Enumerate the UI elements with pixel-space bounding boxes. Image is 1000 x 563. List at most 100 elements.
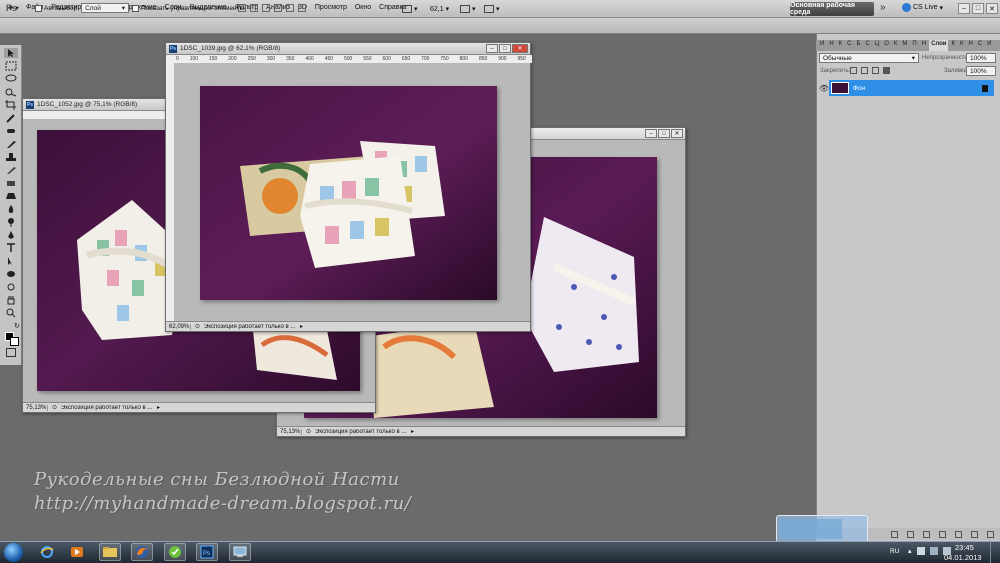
panel-tab[interactable]: С bbox=[976, 40, 984, 51]
clock-time[interactable]: 23:45 bbox=[955, 543, 974, 552]
doc1-zoom-level[interactable]: 75,13% bbox=[26, 404, 48, 411]
zoom-tool-icon[interactable] bbox=[4, 308, 18, 318]
doc3-zoom-level[interactable]: 75,13% bbox=[280, 428, 302, 435]
dodge-tool-icon[interactable] bbox=[4, 217, 18, 227]
doc1-status-text[interactable]: Экспозиция работает только в ... bbox=[61, 405, 153, 411]
panel-tab[interactable]: К bbox=[892, 40, 900, 51]
panel-tab[interactable]: С bbox=[845, 40, 853, 51]
fill-field[interactable]: 100% bbox=[966, 66, 996, 76]
delete-layer-icon[interactable] bbox=[987, 530, 994, 538]
tray-network-icon[interactable] bbox=[929, 547, 938, 555]
eraser-tool-icon[interactable] bbox=[4, 178, 18, 188]
internet-explorer-icon[interactable] bbox=[36, 543, 58, 561]
panel-tab[interactable]: И bbox=[985, 40, 993, 51]
layer-mask-icon[interactable] bbox=[923, 530, 930, 538]
media-player-icon[interactable] bbox=[66, 543, 88, 561]
align-middle-icon[interactable] bbox=[250, 4, 258, 12]
healing-brush-tool-icon[interactable] bbox=[4, 126, 18, 136]
lock-transparency-icon[interactable] bbox=[850, 67, 857, 74]
align-top-icon[interactable] bbox=[238, 4, 246, 12]
tray-flag-icon[interactable] bbox=[916, 547, 925, 555]
background-color-swatch[interactable] bbox=[10, 337, 19, 346]
lock-all-icon[interactable] bbox=[883, 67, 890, 74]
doc2-maximize-button[interactable]: □ bbox=[499, 44, 511, 53]
doc3-minimize-button[interactable]: – bbox=[645, 129, 657, 138]
align-bottom-icon[interactable] bbox=[262, 4, 270, 12]
panel-tab[interactable]: Н bbox=[827, 40, 835, 51]
clone-stamp-tool-icon[interactable] bbox=[4, 152, 18, 162]
doc3-status-text[interactable]: Экспозиция работает только в ... bbox=[315, 429, 407, 435]
eyedropper-tool-icon[interactable] bbox=[4, 113, 18, 123]
pen-tool-icon[interactable] bbox=[4, 230, 18, 240]
align-right-icon[interactable] bbox=[298, 4, 306, 12]
panel-tab[interactable]: И bbox=[818, 40, 826, 51]
doc3-status-arrow-icon[interactable]: ▸ bbox=[411, 428, 414, 435]
lock-position-icon[interactable] bbox=[872, 67, 879, 74]
align-center-icon[interactable] bbox=[286, 4, 294, 12]
brush-tool-icon[interactable] bbox=[4, 139, 18, 149]
panel-tab[interactable]: К bbox=[837, 40, 845, 51]
marquee-tool-icon[interactable] bbox=[4, 61, 18, 71]
opacity-field[interactable]: 100% bbox=[966, 53, 996, 63]
green-app-icon[interactable] bbox=[164, 543, 186, 561]
arrange-dropdown[interactable]: ▾ bbox=[460, 3, 476, 15]
panel-tab[interactable]: Б bbox=[855, 40, 863, 51]
menu-window[interactable]: Окно bbox=[355, 4, 371, 11]
panel-tab[interactable]: К bbox=[958, 40, 966, 51]
clock-date[interactable]: 04.01.2013 bbox=[944, 553, 982, 562]
auto-select-dropdown[interactable]: Слой ▾ bbox=[81, 3, 130, 13]
auto-select-checkbox[interactable] bbox=[35, 4, 42, 12]
lock-pixels-icon[interactable] bbox=[861, 67, 868, 74]
doc2-close-button[interactable]: ✕ bbox=[512, 44, 528, 53]
network-app-icon[interactable] bbox=[229, 543, 251, 561]
layer-row-background[interactable]: Фон bbox=[829, 80, 994, 96]
new-layer-icon[interactable] bbox=[971, 530, 978, 538]
panel-tab[interactable]: К bbox=[949, 40, 957, 51]
move-tool-preset[interactable]: ✥ ▾ bbox=[8, 3, 19, 13]
document-2-titlebar[interactable]: Ps 1DSC_1039.jpg @ 62,1% (RGB/8) – □ ✕ bbox=[166, 43, 530, 55]
panel-tab[interactable]: М bbox=[900, 40, 909, 51]
3d-rotate-tool-icon[interactable] bbox=[4, 282, 18, 292]
panel-tab[interactable]: Н bbox=[966, 40, 974, 51]
panel-tab[interactable]: О bbox=[882, 40, 891, 51]
blur-tool-icon[interactable] bbox=[4, 204, 18, 214]
maximize-button[interactable]: □ bbox=[972, 3, 984, 14]
start-button[interactable] bbox=[4, 543, 23, 562]
doc2-status-arrow-icon[interactable]: ▸ bbox=[300, 323, 303, 330]
hand-tool-icon[interactable] bbox=[4, 295, 18, 305]
extras-dropdown[interactable]: ▾ bbox=[484, 3, 500, 15]
new-group-icon[interactable] bbox=[955, 530, 962, 538]
history-brush-tool-icon[interactable] bbox=[4, 165, 18, 175]
move-tool-icon[interactable] bbox=[4, 48, 18, 58]
layer-style-icon[interactable] bbox=[907, 530, 914, 538]
workspace-button[interactable]: Основная рабочая среда bbox=[790, 2, 874, 16]
doc2-zoom-level[interactable]: 62,09% bbox=[169, 323, 191, 330]
firefox-icon[interactable] bbox=[131, 543, 153, 561]
shape-tool-icon[interactable] bbox=[4, 269, 18, 279]
type-tool-icon[interactable] bbox=[4, 243, 18, 253]
close-button[interactable]: ✕ bbox=[986, 3, 998, 14]
minimize-button[interactable]: – bbox=[958, 3, 970, 14]
doc2-status-text[interactable]: Экспозиция работает только в ... bbox=[204, 324, 296, 330]
more-workspaces-button[interactable]: » bbox=[880, 2, 886, 13]
quick-mask-icon[interactable] bbox=[6, 348, 16, 357]
panel-tab[interactable]: Ц bbox=[873, 40, 881, 51]
menu-view[interactable]: Просмотр bbox=[315, 4, 347, 11]
cs-live-button[interactable]: CS Live ▾ bbox=[902, 3, 943, 12]
crop-tool-icon[interactable] bbox=[4, 100, 18, 110]
screen-mode-dropdown[interactable]: ▾ bbox=[402, 3, 418, 15]
swap-colors-icon[interactable]: ↻ bbox=[14, 322, 20, 330]
panel-tab[interactable]: С bbox=[863, 40, 871, 51]
language-indicator[interactable]: RU bbox=[890, 548, 899, 555]
doc3-maximize-button[interactable]: □ bbox=[658, 129, 670, 138]
show-desktop-button[interactable] bbox=[990, 541, 1000, 563]
path-selection-tool-icon[interactable] bbox=[4, 256, 18, 266]
align-left-icon[interactable] bbox=[274, 4, 282, 12]
layer-visibility-eye-icon[interactable]: 👁 bbox=[819, 84, 829, 93]
blend-mode-dropdown[interactable]: Обычные ▾ bbox=[819, 53, 919, 63]
panel-tab[interactable]: П bbox=[910, 40, 918, 51]
adjustment-layer-icon[interactable] bbox=[939, 530, 946, 538]
gradient-tool-icon[interactable] bbox=[4, 191, 18, 201]
doc3-close-button[interactable]: ✕ bbox=[671, 129, 683, 138]
lasso-tool-icon[interactable] bbox=[4, 74, 18, 84]
